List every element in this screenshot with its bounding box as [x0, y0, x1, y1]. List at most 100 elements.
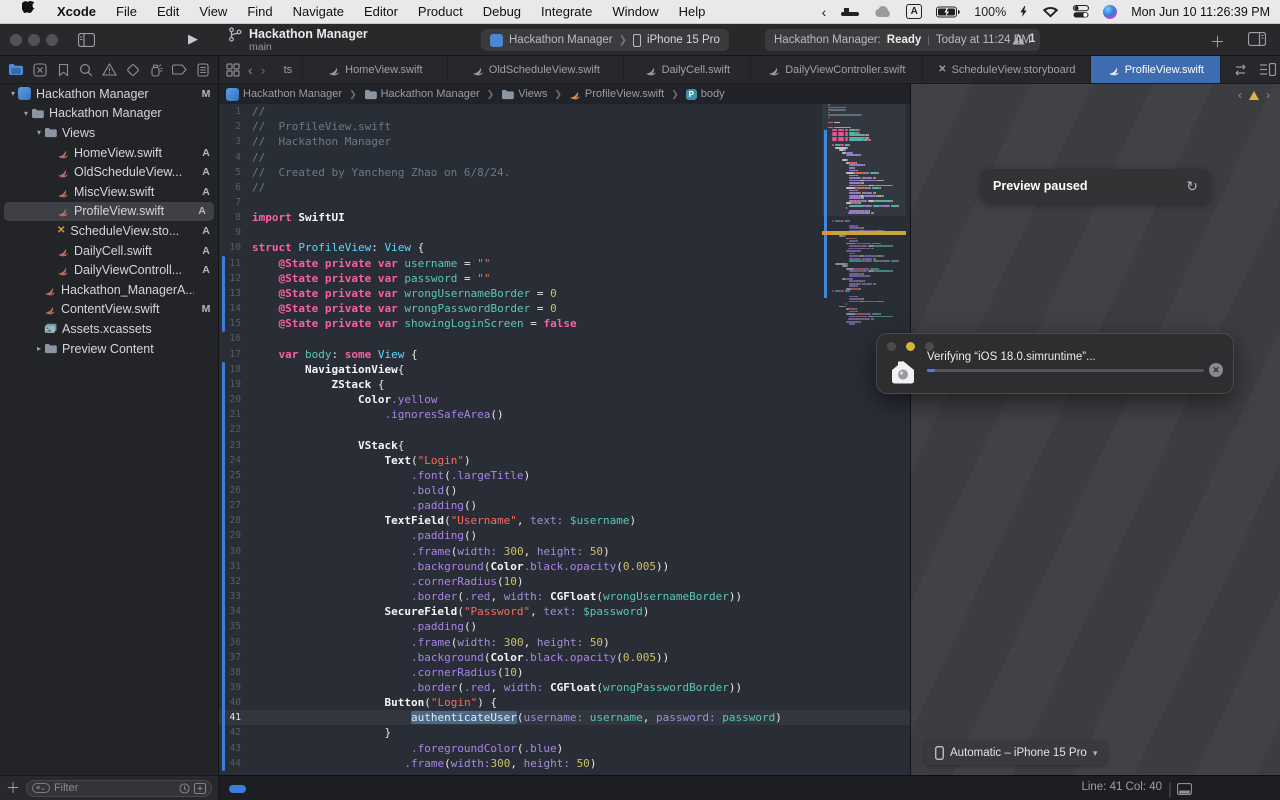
sidebar-item-oldscheduleview-[interactable]: OldScheduleView...A [0, 162, 218, 182]
code-line-29[interactable]: 29 .padding() [218, 528, 910, 543]
code-line-41[interactable]: 41 authenticateUser(username: username, … [218, 710, 910, 725]
code-line-23[interactable]: 23 VStack{ [218, 437, 910, 452]
code-line-3[interactable]: 3// Hackathon Manager [218, 134, 910, 149]
tab-ts[interactable]: ts [273, 56, 303, 83]
window-close-button[interactable] [10, 34, 22, 46]
cloud-icon[interactable] [874, 6, 892, 18]
menu-editor[interactable]: Editor [354, 0, 408, 24]
recents-clock-icon[interactable] [179, 783, 190, 794]
breadcrumb-hackathon-manager[interactable]: Hackathon Manager [226, 88, 342, 101]
sidebar-item-dailyviewcontroll-[interactable]: DailyViewControll...A [0, 260, 218, 280]
code-line-1[interactable]: 1// [218, 104, 910, 119]
tab-overview-icon[interactable] [226, 63, 240, 77]
code-line-17[interactable]: 17 var body: some View { [218, 347, 910, 362]
breadcrumb-body[interactable]: Pbody [686, 88, 725, 100]
back-button[interactable]: ‹ [248, 62, 253, 78]
control-center-icon[interactable] [1073, 5, 1089, 18]
sidebar-item-preview-content[interactable]: ▸Preview Content [0, 339, 218, 359]
swap-editors-icon[interactable] [1233, 64, 1248, 76]
disclosure-down-icon[interactable]: ▾ [8, 89, 18, 98]
menu-xcode[interactable]: Xcode [47, 0, 106, 24]
code-line-44[interactable]: 44 .frame(width:300, height: 50) [218, 756, 910, 771]
window-minimize-button[interactable] [28, 34, 40, 46]
code-line-25[interactable]: 25 .font(.largeTitle) [218, 468, 910, 483]
chevron-left-icon[interactable]: ‹ [822, 4, 827, 20]
add-button[interactable]: ＋ [1210, 31, 1225, 52]
code-line-40[interactable]: 40 Button("Login") { [218, 695, 910, 710]
code-line-8[interactable]: 8import SwiftUI [218, 210, 910, 225]
code-line-7[interactable]: 7 [218, 195, 910, 210]
sidebar-item-hackathon-manager[interactable]: ▾Hackathon Manager [0, 104, 218, 124]
preview-device-selector[interactable]: Automatic – iPhone 15 Pro ▾ [925, 741, 1107, 765]
sidebar-item-homeview-swift[interactable]: HomeView.swiftA [0, 143, 218, 163]
code-line-20[interactable]: 20 Color.yellow [218, 392, 910, 407]
code-line-12[interactable]: 12 @State private var password = "" [218, 271, 910, 286]
breakpoint-pill[interactable] [229, 785, 246, 793]
scm-status-icon[interactable] [194, 783, 206, 794]
sidebar-item-contentview-swift[interactable]: ContentView.swiftM [0, 300, 218, 320]
menu-view[interactable]: View [189, 0, 237, 24]
debug-icon[interactable] [149, 62, 163, 78]
window-zoom-button[interactable] [46, 34, 58, 46]
code-line-35[interactable]: 35 .padding() [218, 619, 910, 634]
run-button[interactable]: ▶ [188, 31, 198, 47]
code-line-11[interactable]: 11 @State private var username = "" [218, 256, 910, 271]
tab-homeview-swift[interactable]: HomeView.swift [303, 56, 448, 83]
sidebar-item-profileview-swift[interactable]: ProfileView.swiftA [4, 202, 214, 222]
menu-find[interactable]: Find [237, 0, 282, 24]
menu-edit[interactable]: Edit [147, 0, 189, 24]
code-line-13[interactable]: 13 @State private var wrongUsernameBorde… [218, 286, 910, 301]
menubar-app-icon[interactable] [840, 6, 860, 18]
code-line-16[interactable]: 16 [218, 331, 910, 346]
code-line-30[interactable]: 30 .frame(width: 300, height: 50) [218, 544, 910, 559]
resume-preview-icon[interactable]: ↻ [1186, 178, 1198, 195]
editor-layout-icon[interactable] [1248, 32, 1266, 51]
siri-icon[interactable] [1103, 5, 1117, 19]
tests-icon[interactable] [126, 62, 140, 78]
code-line-5[interactable]: 5// Created by Yancheng Zhao on 6/8/24. [218, 165, 910, 180]
sidebar-item-views[interactable]: ▾Views [0, 123, 218, 143]
sidebar-item-dailycell-swift[interactable]: DailyCell.swiftA [0, 241, 218, 261]
bookmark-icon[interactable] [56, 62, 70, 78]
editor-options-icon[interactable] [1260, 63, 1276, 76]
input-source-icon[interactable]: A [906, 4, 922, 19]
code-line-36[interactable]: 36 .frame(width: 300, height: 50) [218, 634, 910, 649]
code-line-26[interactable]: 26 .bold() [218, 483, 910, 498]
wifi-icon[interactable] [1042, 6, 1059, 18]
sidebar-divider[interactable] [218, 56, 219, 800]
code-line-42[interactable]: 42 } [218, 725, 910, 740]
code-line-2[interactable]: 2// ProfileView.swift [218, 119, 910, 134]
code-line-9[interactable]: 9 [218, 225, 910, 240]
code-line-21[interactable]: 21 .ignoresSafeArea() [218, 407, 910, 422]
breadcrumb-profileview-swift[interactable]: ProfileView.swift [569, 88, 664, 100]
menu-integrate[interactable]: Integrate [531, 0, 602, 24]
bottom-panel-icon[interactable] [1177, 782, 1192, 800]
code-line-18[interactable]: 18 NavigationView{ [218, 362, 910, 377]
code-line-37[interactable]: 37 .background(Color.black.opacity(0.005… [218, 650, 910, 665]
project-navigator-icon[interactable] [8, 62, 24, 78]
menu-window[interactable]: Window [602, 0, 668, 24]
reports-icon[interactable] [196, 62, 210, 78]
code-line-34[interactable]: 34 SecureField("Password", text: $passwo… [218, 604, 910, 619]
breakpoints-icon[interactable] [172, 62, 187, 78]
issues-icon[interactable] [102, 62, 117, 78]
forward-button[interactable]: › [261, 62, 266, 78]
menu-help[interactable]: Help [669, 0, 716, 24]
search-icon[interactable] [79, 62, 93, 78]
sidebar-item-hackathon-managera-[interactable]: Hackathon_ManagerA... [0, 280, 218, 300]
add-file-button[interactable]: ＋ [6, 778, 20, 798]
code-line-39[interactable]: 39 .border(.red, width: CGFloat(wrongPas… [218, 680, 910, 695]
next-issue-button[interactable]: › [1266, 88, 1270, 102]
breadcrumb-views[interactable]: Views [501, 88, 547, 100]
source-editor[interactable]: 1//2// ProfileView.swift3// Hackathon Ma… [218, 104, 910, 775]
code-line-27[interactable]: 27 .padding() [218, 498, 910, 513]
breadcrumb-hackathon-manager[interactable]: Hackathon Manager [364, 88, 480, 100]
scheme-selector[interactable]: Hackathon Manager ❯ iPhone 15 Pro [481, 29, 729, 51]
sidebar-item-scheduleview-sto-[interactable]: ✕ScheduleView.sto...A [0, 221, 218, 241]
tab-scheduleview-storyboard[interactable]: ✕ScheduleView.storyboard [923, 56, 1091, 83]
code-line-28[interactable]: 28 TextField("Username", text: $username… [218, 513, 910, 528]
prev-issue-button[interactable]: ‹ [1238, 88, 1242, 102]
minimap[interactable] [822, 104, 906, 775]
code-line-31[interactable]: 31 .background(Color.black.opacity(0.005… [218, 559, 910, 574]
code-line-10[interactable]: 10struct ProfileView: View { [218, 240, 910, 255]
